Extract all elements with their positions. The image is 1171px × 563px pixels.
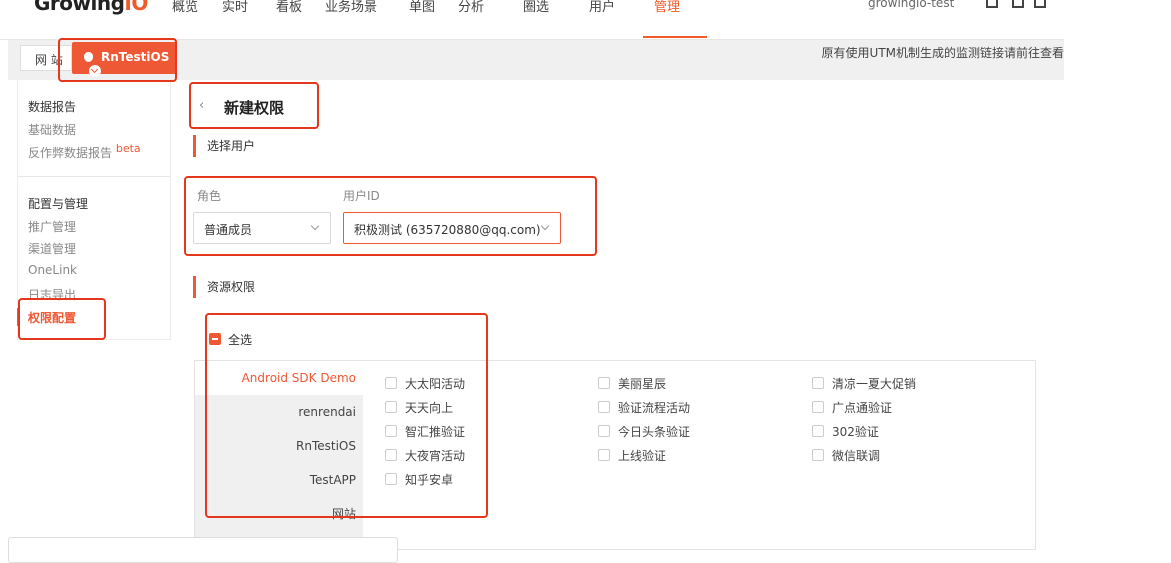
chevron-down-icon <box>540 221 550 231</box>
activity-checkbox[interactable] <box>598 449 610 461</box>
nav-item-overview[interactable]: 概览 <box>172 0 198 15</box>
activity-label[interactable]: 验证流程活动 <box>618 399 690 416</box>
back-arrow-icon[interactable]: ‹ <box>199 98 204 113</box>
activity-checkbox[interactable] <box>385 377 397 389</box>
activity-label[interactable]: 知乎安卓 <box>405 471 453 488</box>
activity-checkbox[interactable] <box>812 401 824 413</box>
userid-select-value: 积极测试 (635720880@qq.com) <box>354 223 541 237</box>
nav-item-admin[interactable]: 管理 <box>654 0 680 15</box>
project-item-renrendai[interactable]: renrendai <box>195 395 363 429</box>
sidebar: 数据报告 基础数据 反作弊数据报告 beta 配置与管理 推广管理 渠道管理 O… <box>17 80 171 340</box>
nav-item-circle[interactable]: 圈选 <box>523 0 549 15</box>
nav-item-scenarios[interactable]: 业务场景 <box>325 0 377 15</box>
activity-label[interactable]: 广点通验证 <box>832 399 892 416</box>
apple-icon <box>84 52 93 62</box>
activity-checkbox[interactable] <box>812 449 824 461</box>
activity-label[interactable]: 微信联调 <box>832 447 880 464</box>
sidebar-item-channel[interactable]: 渠道管理 <box>28 240 76 257</box>
project-item-rntestios[interactable]: RnTestiOS <box>195 429 363 463</box>
sidebar-item-permissions[interactable]: 权限配置 <box>28 309 76 326</box>
activity-checkbox[interactable] <box>598 425 610 437</box>
activity-label[interactable]: 天天向上 <box>405 399 453 416</box>
app-switch-button[interactable]: RnTestiOS <box>72 42 176 77</box>
sidebar-section-config: 配置与管理 <box>28 197 89 211</box>
active-nav-underline <box>643 36 707 38</box>
activity-checkbox[interactable] <box>385 401 397 413</box>
top-nav: GrowingIO 概览 实时 看板 业务场景 单图 分析 圈选 用户 管理 g… <box>0 0 1064 40</box>
sidebar-item-basic-data[interactable]: 基础数据 <box>28 121 76 138</box>
nav-item-users[interactable]: 用户 <box>589 0 615 15</box>
mail-icon[interactable] <box>1034 0 1046 8</box>
activity-label[interactable]: 美丽星辰 <box>618 375 666 392</box>
select-all-checkbox[interactable] <box>209 333 221 345</box>
role-select[interactable]: 普通成员 <box>193 212 331 244</box>
document-icon[interactable] <box>1012 0 1024 8</box>
chevron-down-icon <box>89 65 101 77</box>
userid-label: 用户ID <box>343 189 380 203</box>
activity-label[interactable]: 302验证 <box>832 423 879 440</box>
sidebar-section-reports: 数据报告 <box>28 100 77 114</box>
active-indicator <box>17 308 19 326</box>
sidebar-item-promotion[interactable]: 推广管理 <box>28 218 76 235</box>
page-title: 新建权限 <box>224 99 285 117</box>
activity-label[interactable]: 清凉一夏大促销 <box>832 375 916 392</box>
sidebar-item-onelink[interactable]: OneLink <box>28 263 77 277</box>
sidebar-divider <box>18 176 170 177</box>
nav-item-analysis[interactable]: 分析 <box>458 0 484 15</box>
main-content: ‹ 新建权限 选择用户 角色 用户ID 普通成员 积极测试 (635720880… <box>177 80 1064 563</box>
project-item-android-sdk-demo[interactable]: Android SDK Demo <box>195 361 363 395</box>
userid-select[interactable]: 积极测试 (635720880@qq.com) <box>343 212 561 244</box>
section-select-user: 选择用户 <box>193 135 255 157</box>
project-item-testapp[interactable]: TestAPP <box>195 463 363 497</box>
activity-checkbox[interactable] <box>812 377 824 389</box>
brand-logo[interactable]: GrowingIO <box>34 0 148 15</box>
section-resource-permissions: 资源权限 <box>193 276 255 298</box>
select-all-label[interactable]: 全选 <box>228 331 252 348</box>
activity-checkbox[interactable] <box>385 473 397 485</box>
role-label: 角色 <box>197 189 222 203</box>
beta-badge: beta <box>115 142 141 155</box>
sidebar-item-anti-fraud[interactable]: 反作弊数据报告 beta <box>28 142 141 161</box>
sidebar-item-log-export[interactable]: 日志导出 <box>28 286 76 303</box>
role-select-value: 普通成员 <box>204 223 253 237</box>
activity-checkbox[interactable] <box>385 449 397 461</box>
activity-checkbox[interactable] <box>812 425 824 437</box>
activity-checkbox[interactable] <box>598 401 610 413</box>
nav-item-dashboard[interactable]: 看板 <box>276 0 302 15</box>
activity-label[interactable]: 上线验证 <box>618 447 666 464</box>
hamburger-icon[interactable] <box>986 0 998 8</box>
activity-label[interactable]: 大夜宵活动 <box>405 447 465 464</box>
project-permission-panel: Android SDK Demo renrendai RnTestiOS Tes… <box>194 360 1036 551</box>
utm-notice[interactable]: 原有使用UTM机制生成的监测链接请前往查看 <box>822 44 1064 61</box>
project-bar: 网 站 RnTestiOS 原有使用UTM机制生成的监测链接请前往查看 <box>8 40 1064 80</box>
user-name[interactable]: growingio-test <box>868 0 954 10</box>
activity-checkbox[interactable] <box>598 377 610 389</box>
activity-label[interactable]: 智汇推验证 <box>405 423 465 440</box>
bottom-toolbar <box>8 537 398 563</box>
chevron-down-icon <box>310 221 320 231</box>
project-list: Android SDK Demo renrendai RnTestiOS Tes… <box>195 361 363 551</box>
nav-item-chart[interactable]: 单图 <box>409 0 435 15</box>
app-switch-label: RnTestiOS <box>101 50 170 64</box>
activity-label[interactable]: 大太阳活动 <box>405 375 465 392</box>
site-switch-button[interactable]: 网 站 <box>20 45 72 71</box>
project-item-website[interactable]: 网站 <box>195 497 363 531</box>
activity-checkbox[interactable] <box>385 425 397 437</box>
activity-label[interactable]: 今日头条验证 <box>618 423 690 440</box>
nav-item-realtime[interactable]: 实时 <box>222 0 248 15</box>
